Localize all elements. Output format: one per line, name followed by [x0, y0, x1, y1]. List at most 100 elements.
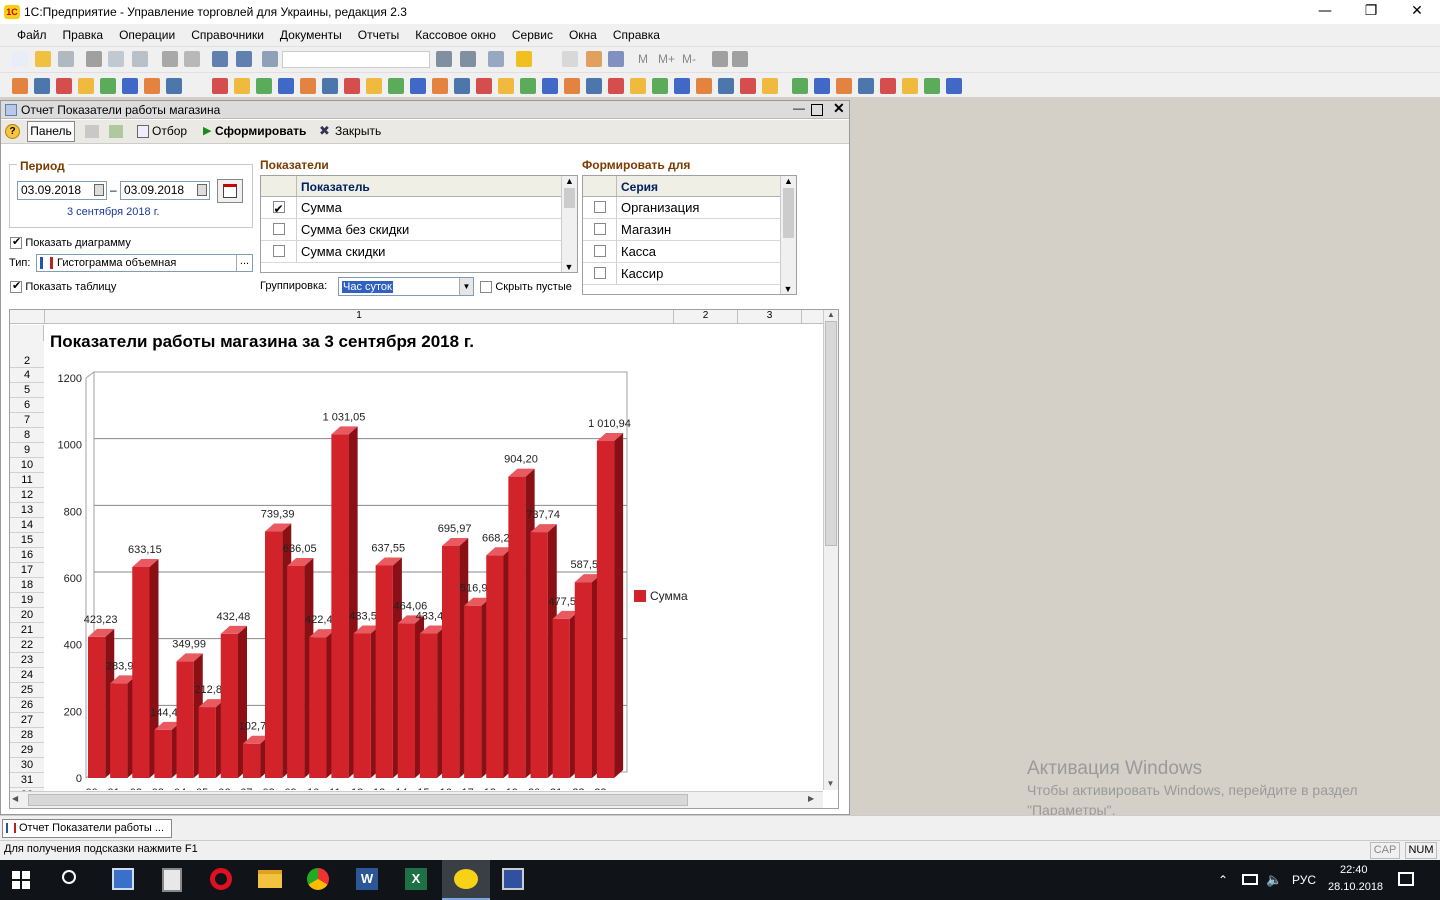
- opera-icon[interactable]: [210, 868, 232, 890]
- row-number[interactable]: 19: [10, 593, 44, 608]
- toolbar-icon-2[interactable]: [58, 51, 74, 67]
- doc-toolbar-icon-5[interactable]: [122, 78, 138, 94]
- toolbar-icon-1[interactable]: [35, 51, 51, 67]
- doc-toolbar-icon-14[interactable]: [344, 78, 360, 94]
- doc-toolbar-icon-33[interactable]: [762, 78, 778, 94]
- doc-toolbar-icon-29[interactable]: [674, 78, 690, 94]
- ff-scroll-up-icon[interactable]: ▲: [781, 176, 796, 186]
- doc-toolbar-icon-20[interactable]: [476, 78, 492, 94]
- doc-toolbar-icon-34[interactable]: [792, 78, 808, 94]
- row-number[interactable]: 31: [10, 773, 44, 788]
- search-icon[interactable]: [62, 870, 76, 884]
- toolbar-icon-12[interactable]: [460, 51, 476, 67]
- doc-toolbar-icon-15[interactable]: [366, 78, 382, 94]
- row-number[interactable]: 14: [10, 518, 44, 533]
- doc-toolbar-icon-37[interactable]: [858, 78, 874, 94]
- doc-toolbar-icon-10[interactable]: [256, 78, 272, 94]
- doc-toolbar-icon-12[interactable]: [300, 78, 316, 94]
- row-number[interactable]: 8: [10, 428, 44, 443]
- hide-empty-checkbox[interactable]: Скрыть пустые: [480, 279, 572, 293]
- row-number[interactable]: 29: [10, 743, 44, 758]
- row-number[interactable]: 2: [10, 341, 44, 368]
- row-number[interactable]: 6: [10, 398, 44, 413]
- sheet-scroll-right-icon[interactable]: ▶: [808, 794, 814, 803]
- doc-toolbar-icon-40[interactable]: [924, 78, 940, 94]
- row-number[interactable]: 15: [10, 533, 44, 548]
- series-checkbox[interactable]: [593, 267, 606, 279]
- row-number[interactable]: 27: [10, 713, 44, 728]
- row-number[interactable]: 23: [10, 653, 44, 668]
- scroll-down-icon[interactable]: ▼: [562, 262, 576, 272]
- column-header-3[interactable]: 3: [738, 310, 802, 324]
- doc-minimize-button[interactable]: —: [793, 101, 805, 115]
- save-settings-icon[interactable]: [85, 125, 99, 138]
- doc-toolbar-icon-27[interactable]: [630, 78, 646, 94]
- doc-toolbar-icon-1[interactable]: [34, 78, 50, 94]
- sheet-hscrollbar[interactable]: ◀ ▶: [10, 791, 823, 808]
- toolbar-icon-17[interactable]: [608, 51, 624, 67]
- doc-toolbar-icon-31[interactable]: [718, 78, 734, 94]
- row-number[interactable]: 5: [10, 383, 44, 398]
- help-icon[interactable]: ?: [5, 124, 20, 139]
- mem-minus-button[interactable]: M-: [682, 52, 696, 66]
- calendar-from-icon[interactable]: [94, 184, 104, 196]
- grouping-select[interactable]: Час суток ▼: [338, 277, 474, 296]
- sheet-vscroll-thumb[interactable]: [825, 321, 837, 546]
- menu-item-2[interactable]: Операции: [119, 28, 175, 42]
- period-select-button[interactable]: [217, 179, 243, 203]
- row-number[interactable]: 13: [10, 503, 44, 518]
- doc-toolbar-icon-23[interactable]: [542, 78, 558, 94]
- doc-toolbar-icon-36[interactable]: [836, 78, 852, 94]
- show-table-checkbox[interactable]: ✔ Показать таблицу: [10, 279, 116, 293]
- save-app-icon[interactable]: [112, 868, 134, 890]
- indicator-checkbox[interactable]: ✔: [272, 201, 285, 216]
- doc-toolbar-icon-24[interactable]: [564, 78, 580, 94]
- row-number[interactable]: 18: [10, 578, 44, 593]
- filter-button[interactable]: Отбор: [152, 124, 187, 138]
- indicator-checkbox[interactable]: [272, 245, 285, 257]
- toolbar-icon-15[interactable]: [562, 51, 578, 67]
- series-checkbox[interactable]: [593, 245, 606, 257]
- close-window-button[interactable]: ✕: [1394, 0, 1440, 24]
- period-to-field[interactable]: 03.09.2018: [120, 181, 210, 200]
- doc-toolbar-icon-35[interactable]: [814, 78, 830, 94]
- column-header-1[interactable]: 1: [44, 310, 674, 324]
- doc-toolbar-icon-18[interactable]: [432, 78, 448, 94]
- toolbar-icon-18[interactable]: [712, 51, 728, 67]
- ff-scroll-down-icon[interactable]: ▼: [781, 284, 795, 294]
- toolbar-icon-10[interactable]: [262, 51, 278, 67]
- doc-toolbar-icon-6[interactable]: [144, 78, 160, 94]
- chevron-down-icon[interactable]: ▼: [459, 278, 473, 295]
- series-row[interactable]: Магазин: [583, 219, 796, 241]
- menu-item-4[interactable]: Документы: [280, 28, 342, 42]
- indicator-row[interactable]: ✔ Сумма: [261, 197, 577, 219]
- row-number[interactable]: 4: [10, 368, 44, 383]
- row-number[interactable]: 7: [10, 413, 44, 428]
- excel-icon[interactable]: X: [405, 868, 427, 890]
- doc-toolbar-icon-30[interactable]: [696, 78, 712, 94]
- series-checkbox[interactable]: [593, 223, 606, 235]
- row-number[interactable]: 16: [10, 548, 44, 563]
- doc-toolbar-icon-28[interactable]: [652, 78, 668, 94]
- doc-toolbar-icon-38[interactable]: [880, 78, 896, 94]
- chevron-up-icon[interactable]: ⌃: [1218, 873, 1228, 887]
- toolbar-icon-4[interactable]: [108, 51, 124, 67]
- toolbar-icon-9[interactable]: [236, 51, 252, 67]
- clock-date[interactable]: 28.10.2018: [1328, 881, 1383, 893]
- row-number[interactable]: 22: [10, 638, 44, 653]
- doc-toolbar-icon-2[interactable]: [56, 78, 72, 94]
- show-chart-checkbox[interactable]: ✔ Показать диаграмму: [10, 235, 131, 249]
- doc-toolbar-icon-8[interactable]: [212, 78, 228, 94]
- toolbar-icon-14[interactable]: [516, 51, 532, 67]
- network-icon[interactable]: [1242, 874, 1258, 885]
- row-number[interactable]: 17: [10, 563, 44, 578]
- menu-item-8[interactable]: Окна: [569, 28, 597, 42]
- column-header-2[interactable]: 2: [674, 310, 738, 324]
- scroll-thumb[interactable]: [564, 188, 575, 208]
- ff-scroll-thumb[interactable]: [783, 188, 794, 238]
- period-from-field[interactable]: 03.09.2018: [17, 181, 107, 200]
- toolbar-icon-3[interactable]: [86, 51, 102, 67]
- row-number[interactable]: 21: [10, 623, 44, 638]
- indicators-scrollbar[interactable]: ▲ ▼: [561, 176, 577, 272]
- language-indicator[interactable]: РУС: [1292, 873, 1316, 887]
